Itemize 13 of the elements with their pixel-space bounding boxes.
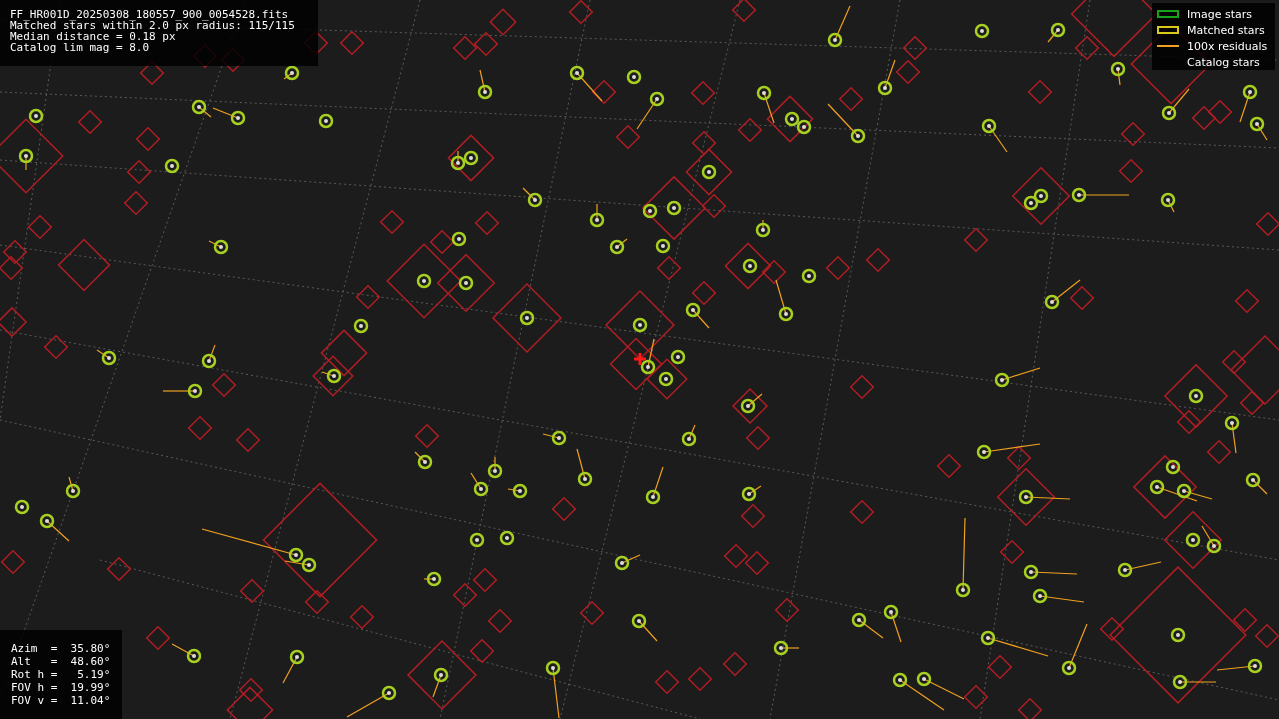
readout-line: FOV v = 11.04° — [11, 694, 111, 707]
legend-label: 100x residuals — [1187, 39, 1268, 53]
legend-label: Catalog stars — [1187, 55, 1260, 69]
info-line: Median distance = 0.18 px — [10, 31, 176, 42]
readout-line: FOV h = 19.99° — [11, 681, 111, 694]
legend-label: Matched stars — [1187, 23, 1265, 37]
info-line: Matched stars within 2.0 px radius: 115/115 — [10, 20, 295, 31]
readout-line: Azim = 35.80° — [11, 642, 111, 655]
info-line: FF_HR001D_20250308_180557_900_0054528.fits — [10, 9, 289, 20]
legend-label: Image stars — [1187, 7, 1252, 21]
readout-line: Alt = 48.60° — [11, 655, 111, 668]
info-line: Catalog lim mag = 8.0 — [10, 42, 150, 53]
readout-line: Rot h = 5.19° — [11, 668, 111, 681]
